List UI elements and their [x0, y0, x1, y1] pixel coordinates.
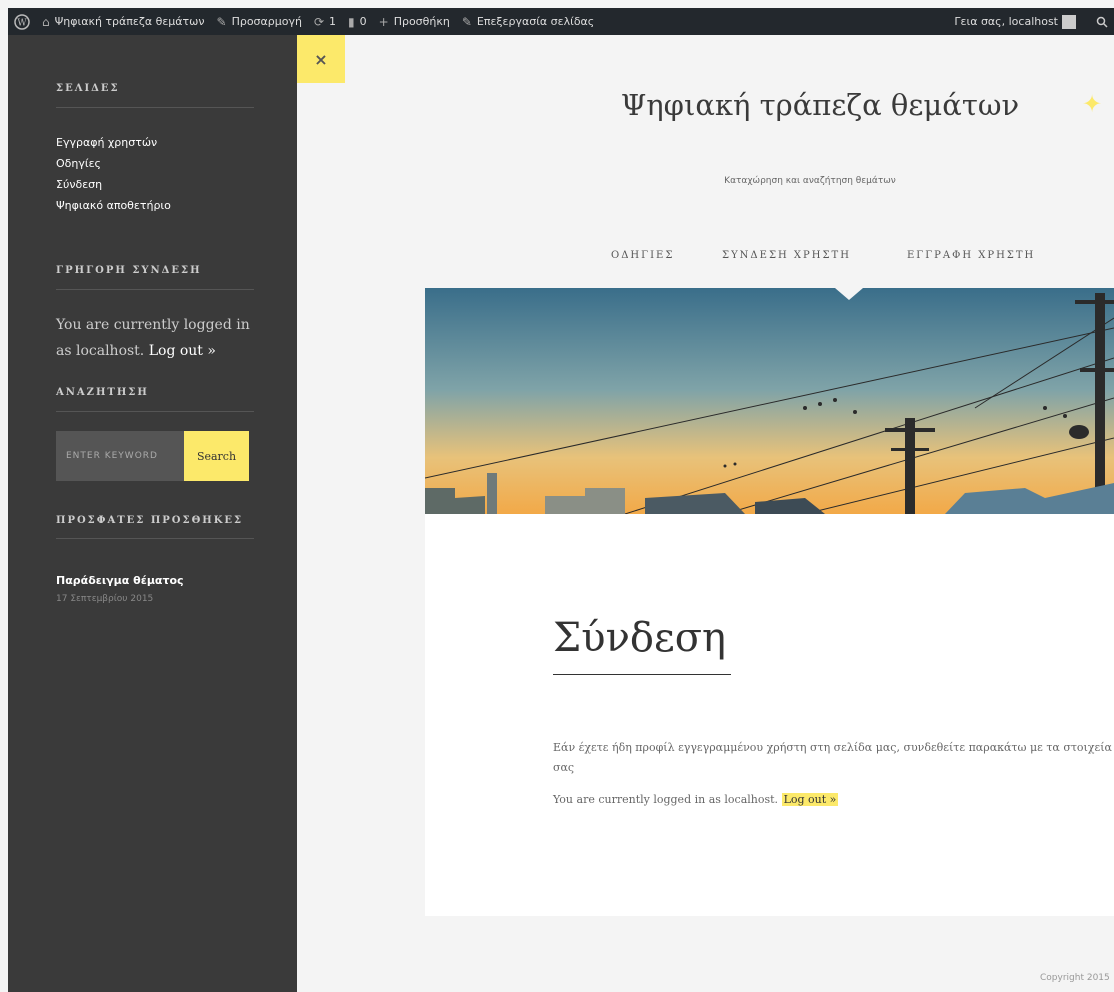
admin-customize[interactable]: ✎ Προσαρμογή — [211, 15, 308, 29]
wordpress-logo-icon[interactable]: W — [8, 13, 36, 30]
menu-item-login[interactable]: ΣΥΝΔΕΣΗ ΧΡΗΣΤΗ — [722, 250, 851, 261]
close-sidebar-button[interactable]: × — [297, 35, 345, 83]
search-icon[interactable] — [1090, 16, 1114, 28]
comment-icon: ▮ — [348, 14, 355, 29]
widget-title-quick-login: ΓΡΗΓΟΡΗ ΣΥΝΔΕΣΗ — [56, 265, 254, 290]
logged-in-status: You are currently logged in as localhost… — [553, 793, 839, 806]
footer-copyright: Copyright 2015 — [1040, 973, 1110, 983]
recent-post-date: 17 Σεπτεμβρίου 2015 — [56, 594, 154, 604]
sidebar-item-registration[interactable]: Εγγραφή χρηστών — [56, 136, 157, 149]
recent-post-link[interactable]: Παράδειγμα θέματος — [56, 574, 184, 587]
admin-site-name[interactable]: ⌂ Ψηφιακή τράπεζα θεμάτων — [36, 15, 211, 29]
widget-title-pages: ΣΕΛΙΔΕΣ — [56, 83, 254, 108]
site-tagline: Καταχώρηση και αναζήτηση θεμάτων — [724, 176, 896, 186]
sidebar-item-login[interactable]: Σύνδεση — [56, 178, 102, 191]
close-icon: × — [314, 49, 328, 69]
admin-account[interactable]: Γεια σας, localhost — [948, 14, 1090, 29]
logged-in-message: You are currently logged in as localhost… — [56, 317, 250, 359]
title-divider — [553, 674, 731, 675]
site-title[interactable]: Ψηφιακή τράπεζα θεμάτων — [540, 88, 1100, 122]
refresh-icon: ⟳ — [313, 14, 325, 29]
sidebar-item-repository[interactable]: Ψηφιακό αποθετήριο — [56, 199, 171, 212]
avatar — [1062, 14, 1076, 29]
svg-text:W: W — [17, 18, 27, 28]
sparkle-icon: ✦ — [1082, 90, 1103, 118]
content-logout-link[interactable]: Log out » — [781, 793, 839, 806]
menu-item-register[interactable]: ΕΓΓΡΑΦΗ ΧΡΗΣΤΗ — [907, 250, 1035, 261]
logout-link[interactable]: Log out » — [149, 343, 216, 359]
widget-title-recent: ΠΡΟΣΦΑΤΕΣ ΠΡΟΣΘΗΚΕΣ — [56, 515, 254, 539]
menu-item-instructions[interactable]: ΟΔΗΓΙΕΣ — [611, 250, 674, 261]
page-title: Σύνδεση — [553, 614, 726, 661]
intro-text: Εάν έχετε ήδη προφίλ εγγεγραμμένου χρήστ… — [553, 741, 1112, 774]
header-image — [425, 288, 1114, 514]
widget-title-search: ΑΝΑΖΗΤΗΣΗ — [56, 387, 254, 412]
brush-icon: ✎ — [216, 14, 227, 29]
admin-new[interactable]: + Προσθήκη — [373, 15, 456, 29]
admin-comments[interactable]: ▮ 0 — [342, 15, 373, 29]
admin-bar: W ⌂ Ψηφιακή τράπεζα θεμάτων ✎ Προσαρμογή… — [8, 8, 1114, 35]
pencil-icon: ✎ — [461, 14, 472, 29]
search-button[interactable]: Search — [184, 431, 249, 481]
sidebar: ΣΕΛΙΔΕΣ Εγγραφή χρηστών Οδηγίες Σύνδεση … — [8, 35, 297, 992]
admin-edit-page[interactable]: ✎ Επεξεργασία σελίδας — [456, 15, 600, 29]
sidebar-item-instructions[interactable]: Οδηγίες — [56, 157, 101, 170]
admin-updates[interactable]: ⟳ 1 — [308, 15, 342, 29]
content-area — [425, 514, 1114, 916]
home-icon: ⌂ — [42, 14, 50, 29]
plus-icon: + — [378, 14, 389, 29]
search-input[interactable] — [56, 431, 184, 481]
